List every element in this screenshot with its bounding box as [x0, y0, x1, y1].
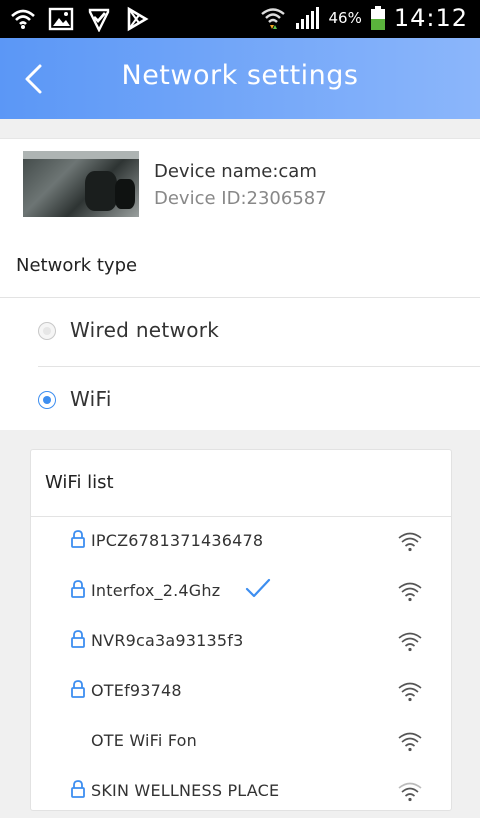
lock-icon	[71, 630, 85, 648]
wifi-list-item[interactable]: IPCZ6781371436478	[31, 518, 451, 568]
wifi-list-item[interactable]: OTEf93748	[31, 668, 451, 718]
device-id: Device ID:2306587	[154, 188, 327, 209]
page-title: Network settings	[121, 60, 359, 91]
device-snapshot	[23, 151, 139, 217]
wifi-list-card: WiFi list IPCZ6781371436478 Interfox_2.4…	[30, 449, 452, 811]
lock-icon	[71, 530, 85, 548]
wifi-list-title: WiFi list	[45, 472, 114, 493]
wifi-ssid: OTE WiFi Fon	[91, 731, 198, 750]
radio-wired-network[interactable]: Wired network	[0, 298, 480, 364]
wifi-list-item[interactable]: Interfox_2.4Ghz	[31, 568, 451, 618]
cell-signal-icon	[296, 7, 320, 29]
lock-icon	[71, 780, 85, 798]
wifi-status-icon	[261, 8, 286, 29]
wifi-signal-icon	[398, 632, 422, 652]
notification-icons	[10, 6, 150, 32]
radio-button[interactable]	[38, 391, 56, 409]
radio-button[interactable]	[38, 322, 56, 340]
gallery-icon	[48, 7, 74, 31]
wifi-signal-icon	[398, 732, 422, 752]
wifi-signal-icon	[398, 782, 422, 802]
device-name: Device name:cam	[154, 161, 317, 182]
wifi-ssid: IPCZ6781371436478	[91, 531, 264, 550]
network-type-section: Network type Wired network WiFi	[0, 231, 480, 430]
lock-icon	[71, 680, 85, 698]
radio-label: Wired network	[70, 318, 220, 342]
check-shield-icon	[88, 8, 110, 32]
wifi-ssid: Interfox_2.4Ghz	[91, 581, 221, 600]
battery-percent: 46%	[328, 9, 362, 27]
divider	[31, 516, 451, 517]
network-type-label: Network type	[16, 255, 138, 276]
wifi-signal-icon	[11, 9, 35, 29]
wifi-signal-icon	[398, 532, 422, 552]
wifi-ssid: SKIN WELLNESS PLACE	[91, 781, 280, 800]
clock: 14:12	[393, 4, 468, 32]
status-bar: 46% 14:12	[0, 0, 480, 38]
wifi-signal-icon	[398, 682, 422, 702]
wifi-ssid: OTEf93748	[91, 681, 182, 700]
wifi-list-item[interactable]: NVR9ca3a93135f3	[31, 618, 451, 668]
radio-label: WiFi	[70, 387, 112, 411]
lock-icon	[71, 580, 85, 598]
app-header: Network settings	[0, 38, 480, 119]
checkmark-icon	[245, 578, 271, 598]
device-card: Device name:cam Device ID:2306587	[0, 138, 480, 232]
wifi-ssid: NVR9ca3a93135f3	[91, 631, 244, 650]
system-status: 46% 14:12	[260, 4, 468, 32]
radio-wifi[interactable]: WiFi	[0, 367, 480, 433]
wifi-list-item[interactable]: SKIN WELLNESS PLACE	[31, 768, 451, 818]
wifi-signal-icon	[398, 582, 422, 602]
battery-icon	[370, 6, 385, 30]
play-store-icon	[127, 6, 149, 32]
wifi-list-item[interactable]: OTE WiFi Fon	[31, 718, 451, 768]
